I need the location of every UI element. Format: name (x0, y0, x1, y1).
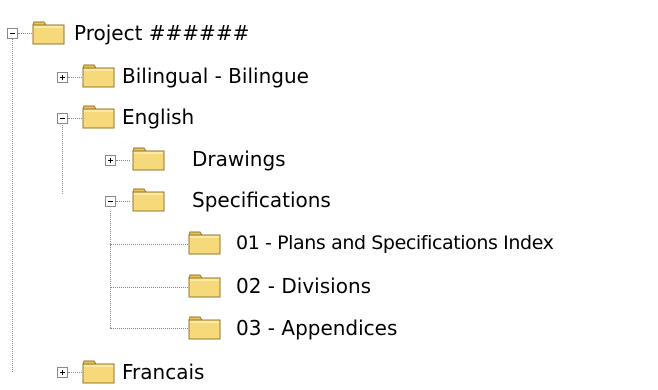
tree-node-label: 02 - Divisions (236, 274, 372, 298)
tree-node-francais[interactable]: Francais (48, 354, 288, 390)
tree-node-drawings[interactable]: Drawings (96, 141, 336, 177)
collapse-toggle[interactable] (7, 28, 18, 39)
tree-node-specifications[interactable]: Specifications (96, 182, 396, 218)
folder-icon (132, 187, 166, 213)
tree-node-label: 03 - Appendices (236, 316, 398, 340)
tree-node-label: English (122, 105, 195, 129)
collapse-toggle[interactable] (105, 196, 116, 207)
tree-node-spec-01[interactable]: 01 - Plans and Specifications Index (188, 225, 658, 261)
tree-node-label: 01 - Plans and Specifications Index (236, 232, 554, 254)
tree-node-label: Bilingual - Bilingue (122, 64, 309, 88)
folder-tree: Project ###### Bilingual - Bilingue Engl… (0, 0, 658, 384)
folder-icon (188, 230, 222, 256)
folder-icon (188, 315, 222, 341)
collapse-toggle[interactable] (57, 113, 68, 124)
folder-icon (32, 20, 66, 46)
tree-node-label: Project ###### (74, 21, 250, 45)
tree-line (110, 244, 188, 245)
folder-icon (188, 273, 222, 299)
tree-line (110, 211, 111, 328)
tree-line (110, 287, 188, 288)
folder-icon (132, 146, 166, 172)
tree-node-english[interactable]: English (48, 99, 288, 135)
expand-toggle[interactable] (57, 72, 68, 83)
folder-icon (82, 104, 116, 130)
tree-node-spec-02[interactable]: 02 - Divisions (188, 268, 448, 304)
folder-icon (82, 359, 116, 385)
tree-node-label: Drawings (192, 147, 286, 171)
folder-icon (82, 63, 116, 89)
tree-line (110, 328, 188, 329)
tree-node-bilingual[interactable]: Bilingual - Bilingue (48, 58, 368, 94)
tree-line (12, 37, 13, 372)
expand-toggle[interactable] (57, 367, 68, 378)
tree-node-project[interactable]: Project ###### (0, 15, 320, 51)
tree-node-label: Specifications (192, 188, 331, 212)
tree-node-spec-03[interactable]: 03 - Appendices (188, 310, 448, 346)
tree-node-label: Francais (122, 360, 205, 384)
expand-toggle[interactable] (105, 155, 116, 166)
